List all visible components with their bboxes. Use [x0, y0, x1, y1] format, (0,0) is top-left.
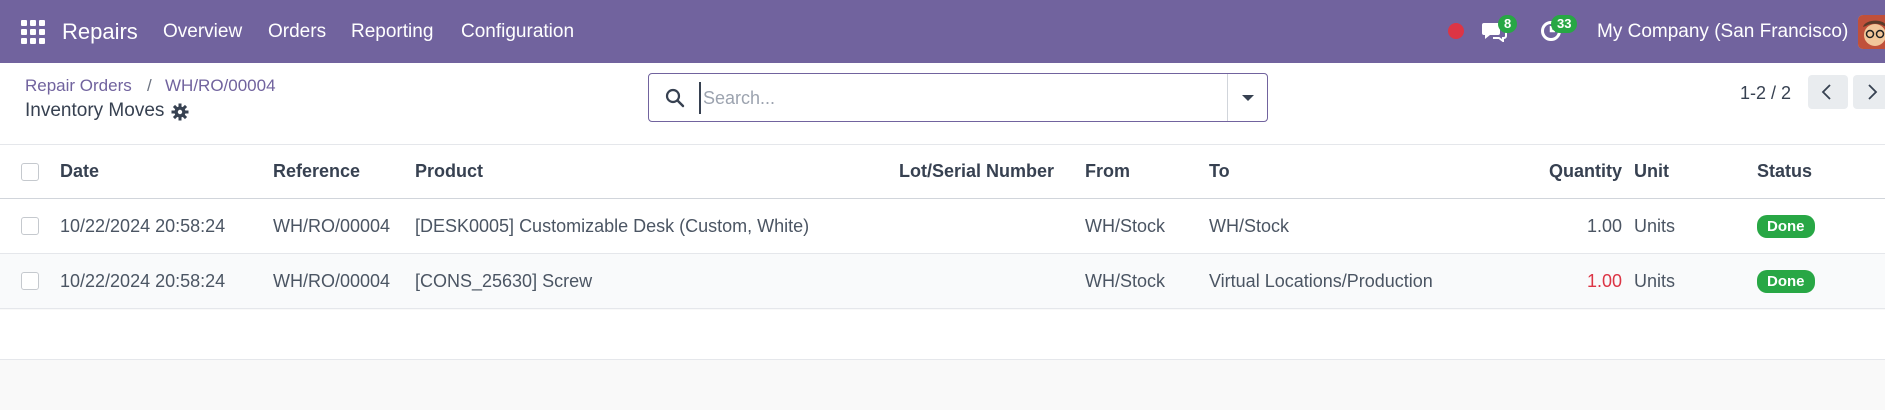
- pager-previous-button[interactable]: [1808, 75, 1848, 109]
- breadcrumb-current-record[interactable]: WH/RO/00004: [165, 76, 276, 96]
- page-title: Inventory Moves: [25, 100, 165, 121]
- gear-icon[interactable]: [171, 103, 189, 121]
- search-bar: [648, 73, 1268, 122]
- menu-configuration[interactable]: Configuration: [461, 21, 574, 43]
- search-input[interactable]: [699, 82, 1219, 114]
- table-empty-row: [0, 310, 1885, 360]
- user-avatar[interactable]: [1858, 15, 1885, 49]
- table-row[interactable]: 10/22/2024 20:58:24 WH/RO/00004 [CONS_25…: [0, 254, 1885, 309]
- cell-date: 10/22/2024 20:58:24: [60, 270, 226, 291]
- column-header-to[interactable]: To: [1209, 145, 1230, 198]
- menu-overview[interactable]: Overview: [163, 21, 242, 43]
- search-options-toggle[interactable]: [1227, 74, 1267, 121]
- column-header-date[interactable]: Date: [60, 145, 99, 198]
- table-row[interactable]: 10/22/2024 20:58:24 WH/RO/00004 [DESK000…: [0, 199, 1885, 254]
- cell-quantity: 1.00: [1586, 270, 1622, 291]
- recording-dot-icon[interactable]: [1448, 23, 1464, 39]
- column-header-reference[interactable]: Reference: [273, 145, 360, 198]
- menu-orders[interactable]: Orders: [268, 21, 326, 43]
- row-checkbox[interactable]: [21, 217, 39, 235]
- breadcrumb-repair-orders[interactable]: Repair Orders: [25, 76, 132, 96]
- app-grid-icon[interactable]: [21, 20, 45, 44]
- company-switcher[interactable]: My Company (San Francisco): [1597, 21, 1848, 43]
- column-header-product[interactable]: Product: [415, 145, 483, 198]
- top-navbar: Repairs Overview Orders Reporting Config…: [0, 0, 1885, 63]
- cell-unit: Units: [1634, 215, 1676, 236]
- cell-to: Virtual Locations/Production: [1209, 270, 1433, 291]
- cell-reference: WH/RO/00004: [273, 215, 391, 236]
- status-badge: Done: [1757, 269, 1815, 293]
- row-checkbox[interactable]: [21, 272, 39, 290]
- cell-reference: WH/RO/00004: [273, 270, 391, 291]
- search-icon: [665, 88, 685, 108]
- cell-date: 10/22/2024 20:58:24: [60, 215, 226, 236]
- pager-value[interactable]: 1-2 / 2: [1740, 83, 1791, 104]
- cell-unit: Units: [1634, 270, 1676, 291]
- select-all-checkbox[interactable]: [21, 163, 39, 181]
- table-header: Date Reference Product Lot/Serial Number…: [0, 145, 1885, 199]
- control-panel: Repair Orders / WH/RO/00004 Inventory Mo…: [0, 63, 1885, 145]
- breadcrumb-separator: /: [147, 76, 152, 95]
- app-name[interactable]: Repairs: [62, 19, 138, 45]
- column-header-unit[interactable]: Unit: [1634, 145, 1669, 198]
- column-header-lot-serial[interactable]: Lot/Serial Number: [899, 145, 1054, 198]
- messages-count-badge: 8: [1498, 15, 1518, 33]
- cell-from: WH/Stock: [1085, 270, 1166, 291]
- column-header-quantity[interactable]: Quantity: [1500, 145, 1622, 198]
- activities-count-badge: 33: [1551, 15, 1578, 33]
- cell-quantity: 1.00: [1586, 215, 1622, 236]
- moves-table: Date Reference Product Lot/Serial Number…: [0, 145, 1885, 309]
- column-header-from[interactable]: From: [1085, 145, 1130, 198]
- cell-to: WH/Stock: [1209, 215, 1290, 236]
- menu-reporting[interactable]: Reporting: [351, 21, 433, 43]
- column-header-status[interactable]: Status: [1757, 145, 1812, 198]
- cell-product: [CONS_25630] Screw: [415, 270, 593, 291]
- cell-product: [DESK0005] Customizable Desk (Custom, Wh…: [415, 215, 810, 236]
- pager-next-button[interactable]: [1853, 75, 1885, 109]
- status-badge: Done: [1757, 214, 1815, 238]
- cell-from: WH/Stock: [1085, 215, 1166, 236]
